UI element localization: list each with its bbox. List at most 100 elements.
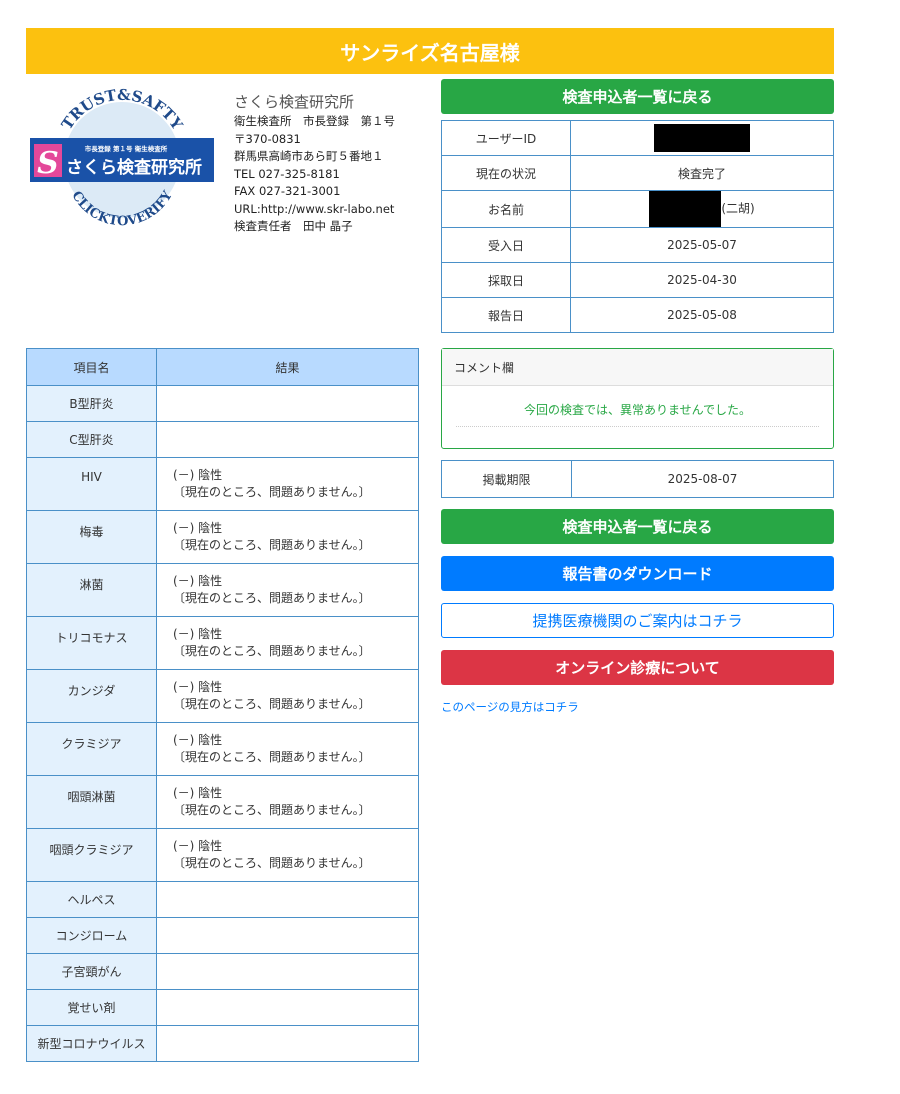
result-line-1: (－) 陰性 bbox=[173, 786, 223, 800]
reported-value: 2025-05-08 bbox=[570, 297, 834, 333]
results-table: 項目名 結果 B型肝炎 C型肝炎 HIV (－) 陰性〔現在のところ、問題ありま… bbox=[26, 348, 419, 1062]
table-row: C型肝炎 bbox=[26, 421, 419, 458]
page-title-banner: サンライズ名古屋様 bbox=[26, 28, 834, 74]
result-line-1: (－) 陰性 bbox=[173, 521, 223, 535]
table-row: 新型コロナウイルス bbox=[26, 1025, 419, 1062]
status-value: 検査完了 bbox=[570, 155, 834, 191]
name-label: お名前 bbox=[441, 190, 571, 228]
item-name: HIV bbox=[26, 457, 157, 511]
user-id-value bbox=[570, 120, 834, 156]
comment-label: コメント欄 bbox=[442, 349, 833, 386]
result-line-1: (－) 陰性 bbox=[173, 839, 223, 853]
info-row-user-id: ユーザーID bbox=[441, 120, 834, 156]
item-name: C型肝炎 bbox=[26, 421, 157, 458]
lab-fax: FAX 027-321-3001 bbox=[234, 184, 341, 198]
comment-text: 今回の検査では、異常ありませんでした。 bbox=[456, 386, 819, 427]
name-suffix: (二胡) bbox=[721, 201, 755, 216]
result-line-2: 〔現在のところ、問題ありません。〕 bbox=[173, 644, 371, 658]
deadline-table: 掲載期限 2025-08-07 bbox=[441, 460, 834, 498]
name-value: (二胡) bbox=[570, 190, 834, 228]
item-result bbox=[156, 953, 419, 990]
item-result: (－) 陰性〔現在のところ、問題ありません。〕 bbox=[156, 828, 419, 882]
applicant-info-table: ユーザーID 現在の状況 検査完了 お名前 (二胡) 受入日 2025-05-0… bbox=[441, 120, 834, 333]
table-row: クラミジア (－) 陰性〔現在のところ、問題ありません。〕 bbox=[26, 722, 419, 776]
download-report-button[interactable]: 報告書のダウンロード bbox=[441, 556, 834, 591]
info-row-collected: 採取日 2025-04-30 bbox=[441, 262, 834, 298]
item-name: トリコモナス bbox=[26, 616, 157, 670]
item-name: 子宮頸がん bbox=[26, 953, 157, 990]
item-name: クラミジア bbox=[26, 722, 157, 776]
result-line-1: (－) 陰性 bbox=[173, 733, 223, 747]
status-label: 現在の状況 bbox=[441, 155, 571, 191]
result-line-1: (－) 陰性 bbox=[173, 627, 223, 641]
item-result: (－) 陰性 〔現在のところ、問題ありません。〕 bbox=[156, 775, 419, 829]
collected-value: 2025-04-30 bbox=[570, 262, 834, 298]
table-row: トリコモナス (－) 陰性〔現在のところ、問題ありません。〕 bbox=[26, 616, 419, 670]
table-row: 淋菌 (－) 陰性 〔現在のところ、問題ありません。〕 bbox=[26, 563, 419, 617]
table-row: ヘルペス bbox=[26, 881, 419, 918]
item-result bbox=[156, 917, 419, 954]
column-header-item: 項目名 bbox=[26, 348, 157, 386]
lab-info: さくら検査研究所 衛生検査所 市長登録 第１号 〒370-0831 群馬県高崎市… bbox=[234, 92, 434, 236]
item-result: (－) 陰性〔現在のところ、問題ありません。〕 bbox=[156, 722, 419, 776]
lab-name: さくら検査研究所 bbox=[234, 93, 355, 111]
redacted-name bbox=[649, 191, 722, 227]
table-row: 咽頭淋菌 (－) 陰性 〔現在のところ、問題ありません。〕 bbox=[26, 775, 419, 829]
result-line-1: (－) 陰性 bbox=[173, 468, 223, 482]
info-row-status: 現在の状況 検査完了 bbox=[441, 155, 834, 191]
info-row-reported: 報告日 2025-05-08 bbox=[441, 297, 834, 333]
table-row: 咽頭クラミジア (－) 陰性〔現在のところ、問題ありません。〕 bbox=[26, 828, 419, 882]
item-result bbox=[156, 385, 419, 422]
result-line-1: (－) 陰性 bbox=[173, 574, 223, 588]
page-title: サンライズ名古屋様 bbox=[340, 40, 520, 65]
result-line-2: 〔現在のところ、問題ありません。〕 bbox=[173, 591, 371, 605]
table-row: コンジローム bbox=[26, 917, 419, 954]
received-label: 受入日 bbox=[441, 227, 571, 263]
deadline-row: 掲載期限 2025-08-07 bbox=[441, 460, 834, 498]
item-name: 新型コロナウイルス bbox=[26, 1025, 157, 1062]
item-name: 咽頭淋菌 bbox=[26, 775, 157, 829]
item-result: (－) 陰性〔現在のところ、問題ありません。〕 bbox=[156, 616, 419, 670]
user-id-label: ユーザーID bbox=[441, 120, 571, 156]
result-line-2: 〔現在のところ、問題ありません。〕 bbox=[173, 856, 371, 870]
item-name: カンジダ bbox=[26, 669, 157, 723]
item-name: B型肝炎 bbox=[26, 385, 157, 422]
item-result bbox=[156, 1025, 419, 1062]
item-name: ヘルペス bbox=[26, 881, 157, 918]
info-row-name: お名前 (二胡) bbox=[441, 190, 834, 228]
deadline-label: 掲載期限 bbox=[441, 460, 572, 498]
table-row: 子宮頸がん bbox=[26, 953, 419, 990]
item-result bbox=[156, 881, 419, 918]
item-result bbox=[156, 989, 419, 1026]
item-result: (－) 陰性〔現在のところ、問題ありません。〕 bbox=[156, 669, 419, 723]
lab-address: 群馬県高崎市あら町５番地１ bbox=[234, 149, 384, 163]
received-value: 2025-05-07 bbox=[570, 227, 834, 263]
result-line-2: 〔現在のところ、問題ありません。〕 bbox=[173, 697, 371, 711]
how-to-read-link[interactable]: このページの見方はコチラ bbox=[441, 699, 579, 715]
lab-registration: 衛生検査所 市長登録 第１号 bbox=[234, 114, 395, 128]
item-name: 梅毒 bbox=[26, 510, 157, 564]
column-header-result: 結果 bbox=[156, 348, 419, 386]
comment-box: コメント欄 今回の検査では、異常ありませんでした。 bbox=[441, 348, 834, 449]
collected-label: 採取日 bbox=[441, 262, 571, 298]
item-result: (－) 陰性〔現在のところ、問題ありません。〕 bbox=[156, 563, 419, 617]
result-line-2: 〔現在のところ、問題ありません。〕 bbox=[173, 485, 371, 499]
back-to-list-button-bottom[interactable]: 検査申込者一覧に戻る bbox=[441, 509, 834, 544]
results-header-row: 項目名 結果 bbox=[26, 348, 419, 386]
online-consultation-button[interactable]: オンライン診療について bbox=[441, 650, 834, 685]
item-name: 覚せい剤 bbox=[26, 989, 157, 1026]
table-row: 梅毒 (－) 陰性 〔現在のところ、問題ありません。〕 bbox=[26, 510, 419, 564]
lab-url: URL:http://www.skr-labo.net bbox=[234, 201, 395, 216]
result-line-2: 〔現在のところ、問題ありません。〕 bbox=[173, 750, 371, 764]
lab-postal: 〒370-0831 bbox=[234, 131, 301, 146]
back-to-list-button-top[interactable]: 検査申込者一覧に戻る bbox=[441, 79, 834, 114]
item-result: (－) 陰性〔現在のところ、問題ありません。〕 bbox=[156, 457, 419, 511]
item-result bbox=[156, 421, 419, 458]
result-line-1: (－) 陰性 bbox=[173, 680, 223, 694]
table-row: B型肝炎 bbox=[26, 385, 419, 422]
lab-logo: TRUST&SAFTY CLICKTOVERIFY S 市長登録 第１号 衛生検… bbox=[30, 86, 214, 229]
lab-tel: TEL 027-325-8181 bbox=[234, 166, 340, 181]
lab-manager: 検査責任者 田中 晶子 bbox=[234, 219, 353, 233]
item-name: 咽頭クラミジア bbox=[26, 828, 157, 882]
partner-clinics-button[interactable]: 提携医療機関のご案内はコチラ bbox=[441, 603, 834, 638]
